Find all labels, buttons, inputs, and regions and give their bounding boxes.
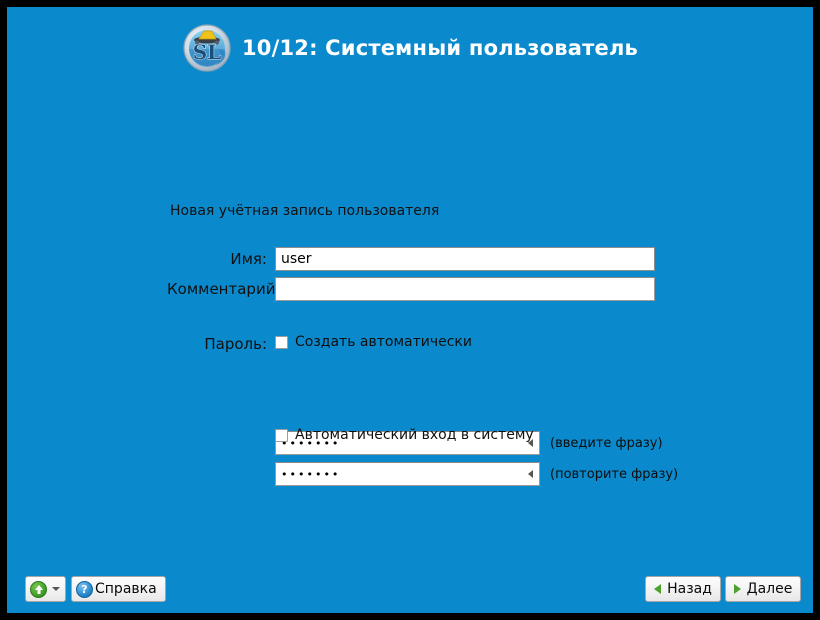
page-title: 10/12: Системный пользователь	[241, 36, 639, 60]
green-up-arrow-icon	[30, 580, 47, 598]
question-mark-icon: ?	[76, 580, 93, 598]
green-right-arrow-icon	[733, 584, 741, 594]
password-confirm-row: ••••••• (повторите фразу)	[275, 462, 678, 486]
auto-generate-password-checkbox-row[interactable]: Создать автоматически	[275, 334, 472, 350]
auto-login-checkbox[interactable]	[275, 428, 288, 442]
password-entry-hint: (введите фразу)	[550, 435, 663, 451]
bottom-button-bar: ? Справка Назад Далее	[7, 565, 813, 613]
password-confirm-input[interactable]: •••••••	[275, 462, 540, 486]
sl-disc-logo-icon: SL	[182, 23, 232, 73]
password-confirm-hint: (повторите фразу)	[550, 466, 679, 482]
password-label: Пароль:	[204, 335, 267, 353]
comment-label: Комментарий:	[167, 280, 281, 298]
header: SL 10/12: Системный пользователь	[7, 19, 813, 77]
comment-input[interactable]	[275, 277, 655, 301]
password-confirm-input-value: •••••••	[281, 467, 341, 481]
name-input-value: user	[281, 251, 312, 267]
back-button-label: Назад	[667, 581, 712, 597]
main-content: Новая учётная запись пользователя Имя: u…	[7, 77, 813, 567]
green-left-arrow-icon	[654, 584, 662, 594]
next-button[interactable]: Далее	[725, 576, 801, 602]
next-button-label: Далее	[746, 581, 793, 597]
back-button[interactable]: Назад	[645, 576, 721, 602]
name-input[interactable]: user	[275, 247, 655, 271]
caps-indicator-icon	[528, 470, 533, 478]
help-button-label: Справка	[95, 581, 157, 597]
caret-down-icon[interactable]	[52, 587, 60, 591]
name-label: Имя:	[230, 250, 267, 268]
installer-window: SL 10/12: Системный пользователь Новая у…	[7, 7, 813, 613]
intro-text: Новая учётная запись пользователя	[170, 203, 440, 219]
help-button[interactable]: ? Справка	[71, 576, 166, 602]
name-row: Имя: user	[203, 247, 655, 271]
auto-login-label: Автоматический вход в систему	[295, 427, 534, 443]
svg-text:SL: SL	[193, 40, 222, 64]
auto-generate-password-checkbox[interactable]	[275, 335, 288, 349]
comment-row: Комментарий:	[167, 277, 655, 301]
upload-button[interactable]	[25, 576, 66, 602]
auto-generate-password-label: Создать автоматически	[295, 334, 472, 350]
auto-login-checkbox-row[interactable]: Автоматический вход в систему	[275, 427, 534, 443]
